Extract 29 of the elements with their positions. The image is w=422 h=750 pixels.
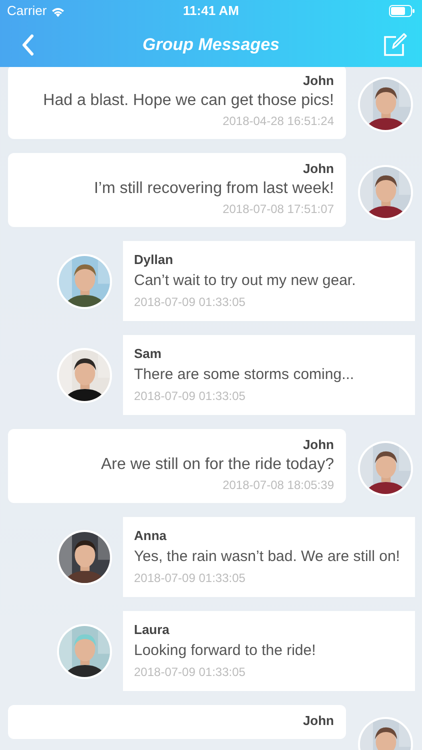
message-time: 2018-07-09 01:33:05 (134, 388, 246, 405)
message-text: Looking forward to the ride! (134, 641, 316, 661)
sender-name: Anna (134, 527, 166, 545)
message-text: Yes, the rain wasn’t bad. We are still on! (134, 547, 400, 567)
message-text: There are some storms coming... (134, 365, 354, 385)
window-title: Group Messages (142, 34, 280, 56)
message-time: 2018-04-28 16:51:24 (222, 113, 334, 130)
sender-name: Laura (134, 621, 170, 639)
message-time: 2018-07-08 18:05:39 (222, 477, 334, 494)
message-text: I’m still recovering from last week! (94, 179, 334, 199)
status-time: 11:41 AM (183, 2, 239, 20)
wifi-icon (50, 6, 65, 16)
message-text: Are we still on for the ride today? (100, 455, 334, 475)
sender-name: John (302, 436, 334, 454)
compose-icon (383, 32, 407, 56)
message-time: 2018-07-08 17:51:07 (222, 201, 334, 218)
sender-name: John (302, 160, 334, 178)
sender-name: John (302, 72, 334, 90)
sender-name: Sam (134, 345, 162, 363)
carrier-label: Carrier (7, 2, 47, 20)
message-time: 2018-07-09 01:33:05 (134, 664, 246, 681)
message-text: Can’t wait to try out my new gear. (134, 271, 356, 291)
message-time: 2018-07-09 01:33:05 (134, 294, 246, 311)
sender-name: Dyllan (134, 251, 174, 269)
message-text: Had a blast. Hope we can get those pics! (43, 91, 334, 111)
message-time: 2018-07-09 01:33:05 (134, 570, 246, 587)
chevron-left-icon (20, 34, 34, 56)
battery-icon (388, 5, 415, 17)
sender-name: John (302, 712, 334, 730)
